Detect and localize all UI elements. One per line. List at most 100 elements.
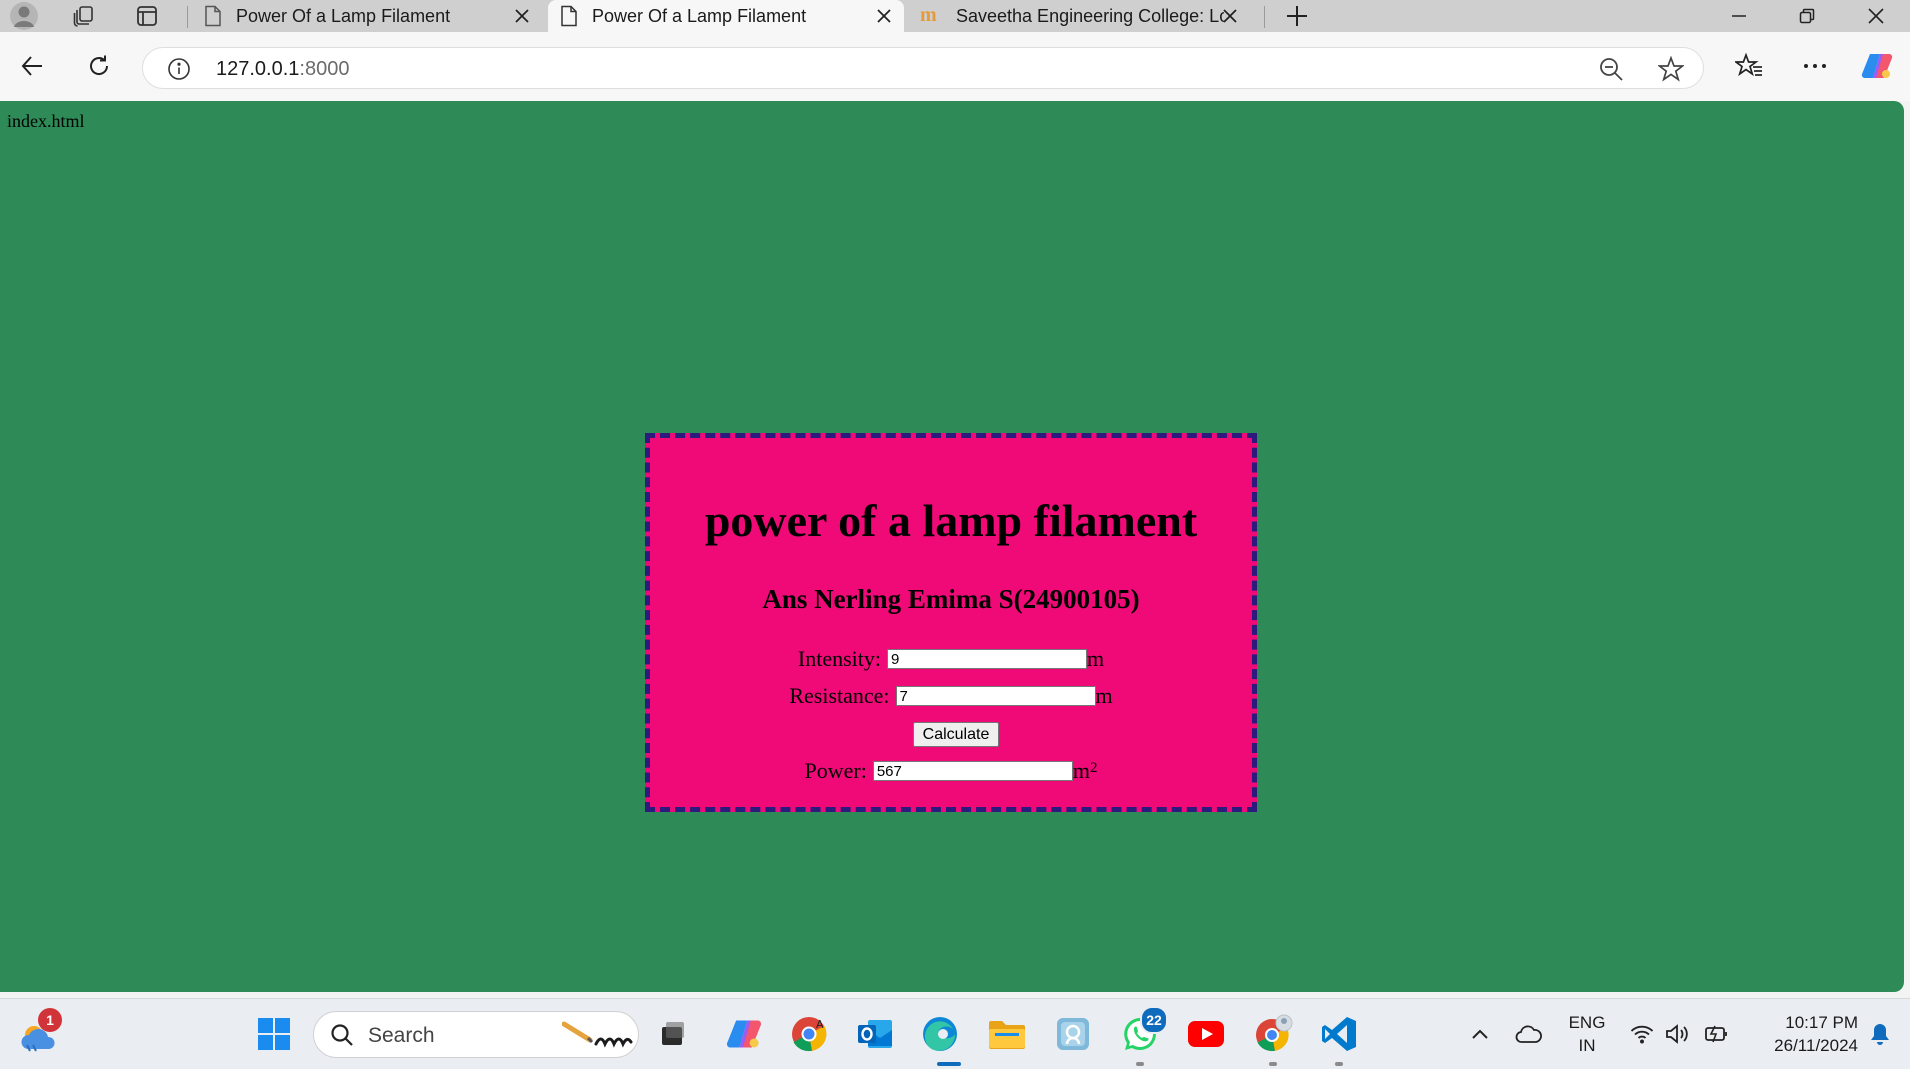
close-tab-button[interactable] (512, 6, 532, 26)
intensity-input[interactable] (886, 649, 1087, 669)
page-icon (561, 5, 577, 27)
page-title: power of a lamp filament (704, 495, 1198, 546)
resistance-input[interactable] (895, 686, 1096, 706)
close-window-button[interactable] (1843, 0, 1909, 32)
zoom-out-icon (1600, 58, 1623, 81)
tab-strip: Power Of a Lamp Filament Power Of a Lamp… (0, 0, 1910, 32)
site-info-button[interactable] (167, 57, 191, 86)
battery-button[interactable] (1697, 1012, 1733, 1056)
clock[interactable]: 10:17 PM 26/11/2024 (1740, 1011, 1858, 1057)
wifi-icon (1630, 1025, 1654, 1044)
taskbar-search[interactable]: Search (313, 1011, 639, 1058)
minimize-icon (1732, 15, 1746, 17)
screen: Power Of a Lamp Filament Power Of a Lamp… (0, 0, 1910, 1069)
close-tab-button[interactable] (874, 6, 894, 26)
task-view-button[interactable] (651, 1012, 695, 1056)
restore-button[interactable] (1774, 0, 1840, 32)
back-arrow-icon (21, 56, 42, 76)
tab-power-lamp-2[interactable]: Power Of a Lamp Filament (548, 0, 904, 32)
outlook-taskbar-button[interactable] (853, 1012, 897, 1056)
outlook-icon (858, 1020, 892, 1048)
close-tab-button[interactable] (1220, 6, 1240, 26)
refresh-button[interactable] (77, 44, 121, 88)
search-label: Search (368, 1024, 435, 1047)
chrome-profile-taskbar-button[interactable] (1251, 1012, 1295, 1056)
tab-power-lamp-1[interactable]: Power Of a Lamp Filament (192, 0, 542, 32)
power-unit-base: m (1072, 758, 1090, 783)
more-menu-button[interactable] (1793, 44, 1837, 88)
weather-widget[interactable]: 1 (16, 1008, 62, 1056)
copilot-icon (726, 1020, 762, 1048)
info-icon (168, 58, 190, 80)
page-viewport: index.html power of a lamp filament Ans … (0, 101, 1904, 992)
resistance-unit: m (1095, 683, 1113, 708)
back-button[interactable] (10, 44, 54, 88)
profile-button[interactable] (2, 0, 46, 32)
network-button[interactable] (1624, 1012, 1660, 1056)
workspaces-button[interactable] (62, 0, 106, 32)
favorite-button[interactable] (1657, 55, 1685, 87)
workspaces-icon (73, 6, 93, 27)
refresh-icon (90, 55, 109, 75)
address-bar[interactable]: 127.0.0.1:8000 (142, 47, 1704, 89)
tab-saveetha[interactable]: m Saveetha Engineering College: Lo (908, 0, 1260, 32)
whatsapp-taskbar-button[interactable]: 22 (1118, 1006, 1168, 1056)
intensity-row: Intensity: m (650, 648, 1252, 670)
tab-actions-button[interactable] (125, 0, 169, 32)
power-label: Power: (804, 758, 867, 783)
taskbar: 1 Search A 22 ENG IN 10:17 PM 26/11/2024 (0, 998, 1910, 1069)
profile-icon (10, 2, 38, 30)
star-icon (1657, 55, 1685, 82)
notifications-button[interactable] (1862, 1012, 1898, 1056)
new-tab-button[interactable] (1275, 0, 1319, 32)
tab-title: Saveetha Engineering College: Lo (956, 5, 1224, 26)
more-icon (1804, 64, 1826, 68)
youtube-icon (1188, 1021, 1224, 1047)
edge-taskbar-button[interactable] (918, 1012, 962, 1056)
chrome-icon: A (792, 1017, 827, 1052)
intensity-label: Intensity: (797, 646, 881, 671)
task-view-icon (662, 1022, 684, 1045)
close-icon (1223, 9, 1237, 23)
chevron-up-icon (1472, 1029, 1488, 1039)
browser-toolbar: 127.0.0.1:8000 (0, 32, 1910, 101)
vscode-taskbar-button[interactable] (1317, 1012, 1361, 1056)
edge-icon (923, 1017, 957, 1051)
tab-separator (1264, 6, 1265, 28)
chrome-taskbar-button[interactable]: A (787, 1012, 831, 1056)
minimize-button[interactable] (1706, 0, 1772, 32)
cloud-icon (1515, 1025, 1542, 1043)
onedrive-button[interactable] (1509, 1012, 1549, 1056)
chrome-icon (1256, 1014, 1293, 1052)
resistance-label: Resistance: (789, 683, 890, 708)
running-app-indicator (1335, 1062, 1343, 1066)
youtube-taskbar-button[interactable] (1184, 1012, 1228, 1056)
close-icon (877, 9, 891, 23)
app-taskbar-button[interactable] (1051, 1012, 1095, 1056)
search-icon (331, 1024, 353, 1046)
file-explorer-button[interactable] (985, 1012, 1029, 1056)
url-text: 127.0.0.1:8000 (216, 58, 349, 81)
search-highlight-icon (562, 1021, 633, 1048)
calculate-button[interactable]: Calculate (913, 722, 999, 747)
running-app-indicator (1269, 1062, 1277, 1066)
volume-button[interactable] (1660, 1012, 1696, 1056)
copilot-button[interactable] (1855, 44, 1899, 88)
language-indicator[interactable]: ENG IN (1564, 1011, 1610, 1057)
power-unit-exponent: 2 (1089, 760, 1098, 776)
language-code: ENG (1568, 1013, 1606, 1032)
plus-icon (1287, 6, 1307, 26)
copilot-taskbar-button[interactable] (722, 1012, 766, 1056)
weather-badge: 1 (38, 1008, 62, 1032)
copilot-icon (1861, 53, 1893, 79)
windows-icon (258, 1018, 290, 1050)
close-icon (515, 9, 529, 23)
power-output[interactable] (872, 761, 1073, 781)
favorites-button[interactable] (1727, 44, 1771, 88)
show-hidden-icons-button[interactable] (1460, 1012, 1500, 1056)
vertical-tabs-icon (137, 6, 157, 26)
favorites-icon (1735, 53, 1762, 77)
active-app-indicator (937, 1062, 961, 1066)
start-button[interactable] (252, 1012, 296, 1056)
zoom-button[interactable] (1598, 56, 1624, 87)
